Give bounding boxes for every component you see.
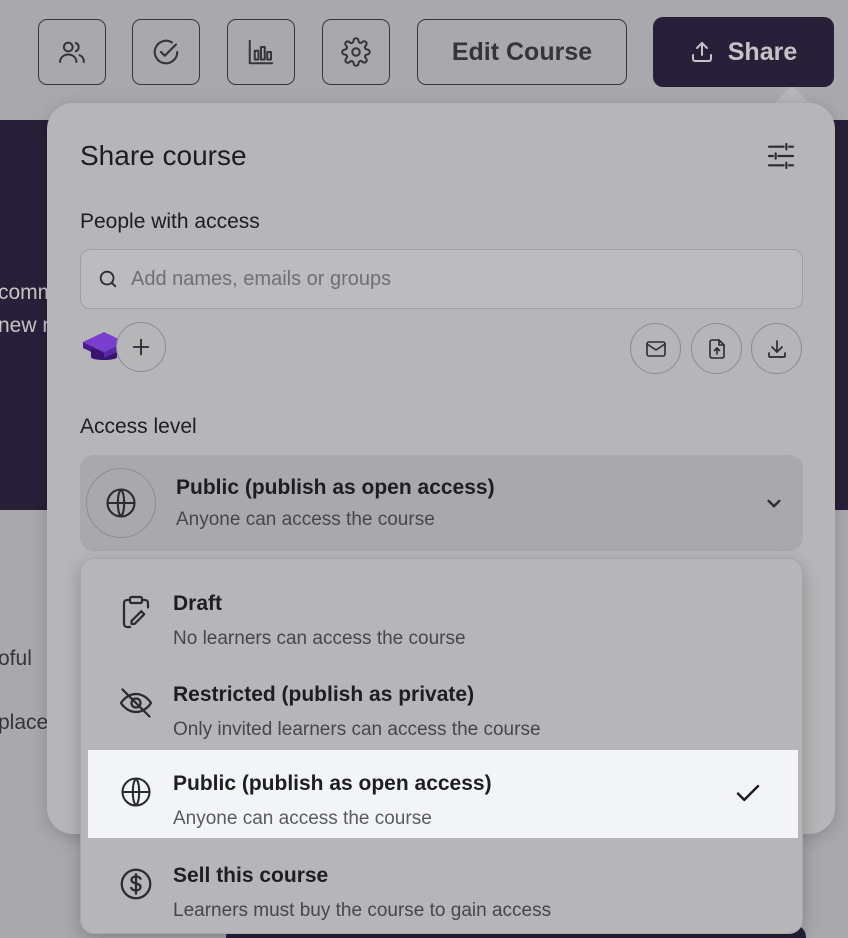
dollar-circle-icon xyxy=(120,868,152,900)
option-title: Sell this course xyxy=(173,864,329,887)
eye-off-icon xyxy=(119,688,153,718)
access-option-restricted[interactable]: Restricted (publish as private) Only inv… xyxy=(88,661,798,749)
upload-file-button[interactable] xyxy=(691,323,742,374)
access-option-draft[interactable]: Draft No learners can access the course xyxy=(88,570,798,658)
people-search-box[interactable] xyxy=(80,249,803,309)
search-icon xyxy=(99,270,117,288)
option-subtitle: No learners can access the course xyxy=(173,628,466,649)
plus-icon xyxy=(132,338,150,356)
access-level-label: Access level xyxy=(80,415,197,438)
clipboard-pen-icon xyxy=(122,595,150,629)
people-with-access-label: People with access xyxy=(80,210,260,233)
panel-title: Share course xyxy=(80,140,247,171)
people-search-input[interactable] xyxy=(131,267,771,291)
selected-access-title: Public (publish as open access) xyxy=(176,476,495,499)
option-title: Public (publish as open access) xyxy=(173,772,492,795)
option-subtitle: Learners must buy the course to gain acc… xyxy=(173,900,552,921)
access-option-sell[interactable]: Sell this course Learners must buy the c… xyxy=(88,842,798,930)
checkmark-icon xyxy=(736,784,760,802)
access-level-select[interactable] xyxy=(80,455,803,551)
chevron-down-icon[interactable] xyxy=(761,490,787,516)
add-person-button[interactable] xyxy=(116,322,166,372)
globe-icon xyxy=(121,777,151,807)
email-invite-button[interactable] xyxy=(630,323,681,374)
mail-icon xyxy=(645,340,666,357)
option-subtitle: Only invited learners can access the cou… xyxy=(173,719,541,740)
download-button[interactable] xyxy=(751,323,802,374)
sliders-icon[interactable] xyxy=(765,140,797,172)
access-option-public[interactable]: Public (publish as open access) Anyone c… xyxy=(88,750,798,838)
option-title: Restricted (publish as private) xyxy=(173,683,475,706)
file-upload-icon xyxy=(708,338,725,359)
download-icon xyxy=(767,339,786,358)
access-icon-badge xyxy=(86,468,156,538)
globe-icon xyxy=(106,488,136,518)
option-subtitle: Anyone can access the course xyxy=(173,808,432,829)
selected-access-subtitle: Anyone can access the course xyxy=(176,509,435,530)
option-title: Draft xyxy=(173,592,223,615)
